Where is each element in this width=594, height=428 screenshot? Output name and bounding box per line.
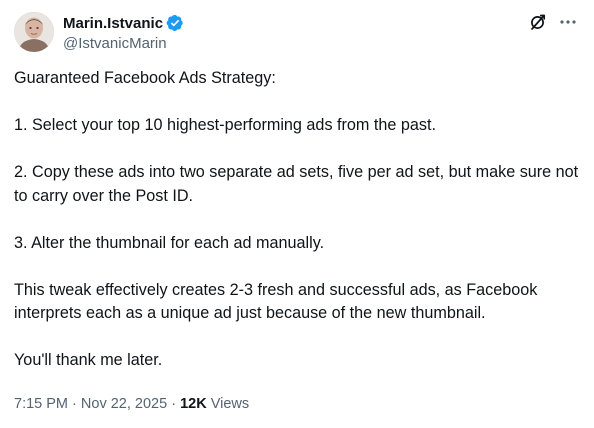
tweet-paragraph: You'll thank me later. [14,351,163,369]
tweet-date[interactable]: Nov 22, 2025 [81,396,167,412]
meta-separator: · [72,396,77,412]
more-options-icon[interactable] [558,12,578,32]
tweet-text: Guaranteed Facebook Ads Strategy: 1. Sel… [14,67,584,373]
tweet-paragraph: 2. Copy these ads into two separate ad s… [14,163,579,205]
views-count: 12K [180,396,207,412]
views-label: Views [210,396,250,412]
avatar-image [14,12,54,52]
tweet-paragraph: This tweak effectively creates 2-3 fresh… [14,280,538,323]
tweet-meta: 7:15 PM · Nov 22, 2025 · 12K Views [14,394,249,414]
meta-separator: · [171,396,177,412]
tweet-header: Marin.Istvanic @IstvanicMarin [14,12,582,54]
tweet-card: Marin.Istvanic @IstvanicMarin Guaranteed… [0,0,594,428]
tweet-paragraph: 3. Alter the thumbnail for each ad manua… [14,233,325,252]
tweet-paragraph: 1. Select your top 10 highest-performing… [14,116,436,134]
header-actions [528,12,578,32]
tweet-paragraph: Guaranteed Facebook Ads Strategy: [14,69,276,87]
display-name-row: Marin.Istvanic [63,14,184,32]
grok-icon[interactable] [528,12,548,32]
display-name[interactable]: Marin.Istvanic [63,15,163,32]
author-handle[interactable]: @IstvanicMarin [63,35,184,53]
author-names: Marin.Istvanic @IstvanicMarin [63,14,184,53]
avatar[interactable] [14,12,54,52]
tweet-time[interactable]: 7:15 PM [14,396,68,412]
verified-badge-icon[interactable] [166,14,184,32]
